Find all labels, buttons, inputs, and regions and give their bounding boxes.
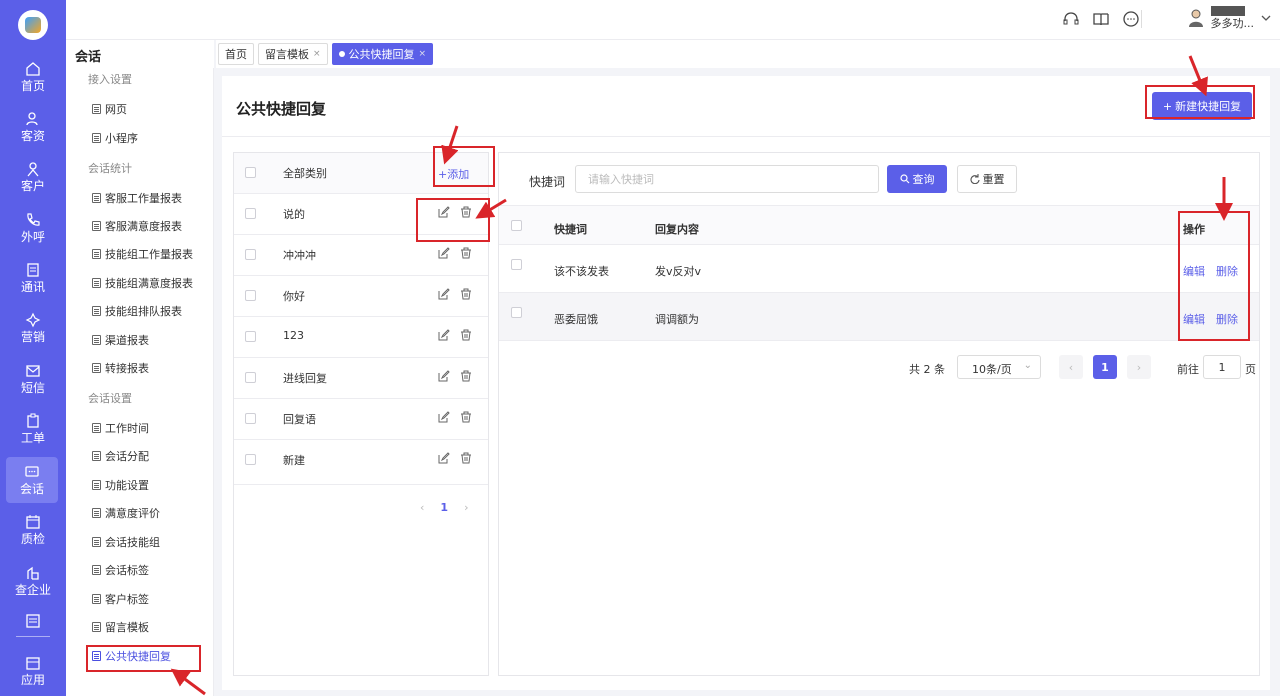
annotation-arrows [170,55,1233,696]
